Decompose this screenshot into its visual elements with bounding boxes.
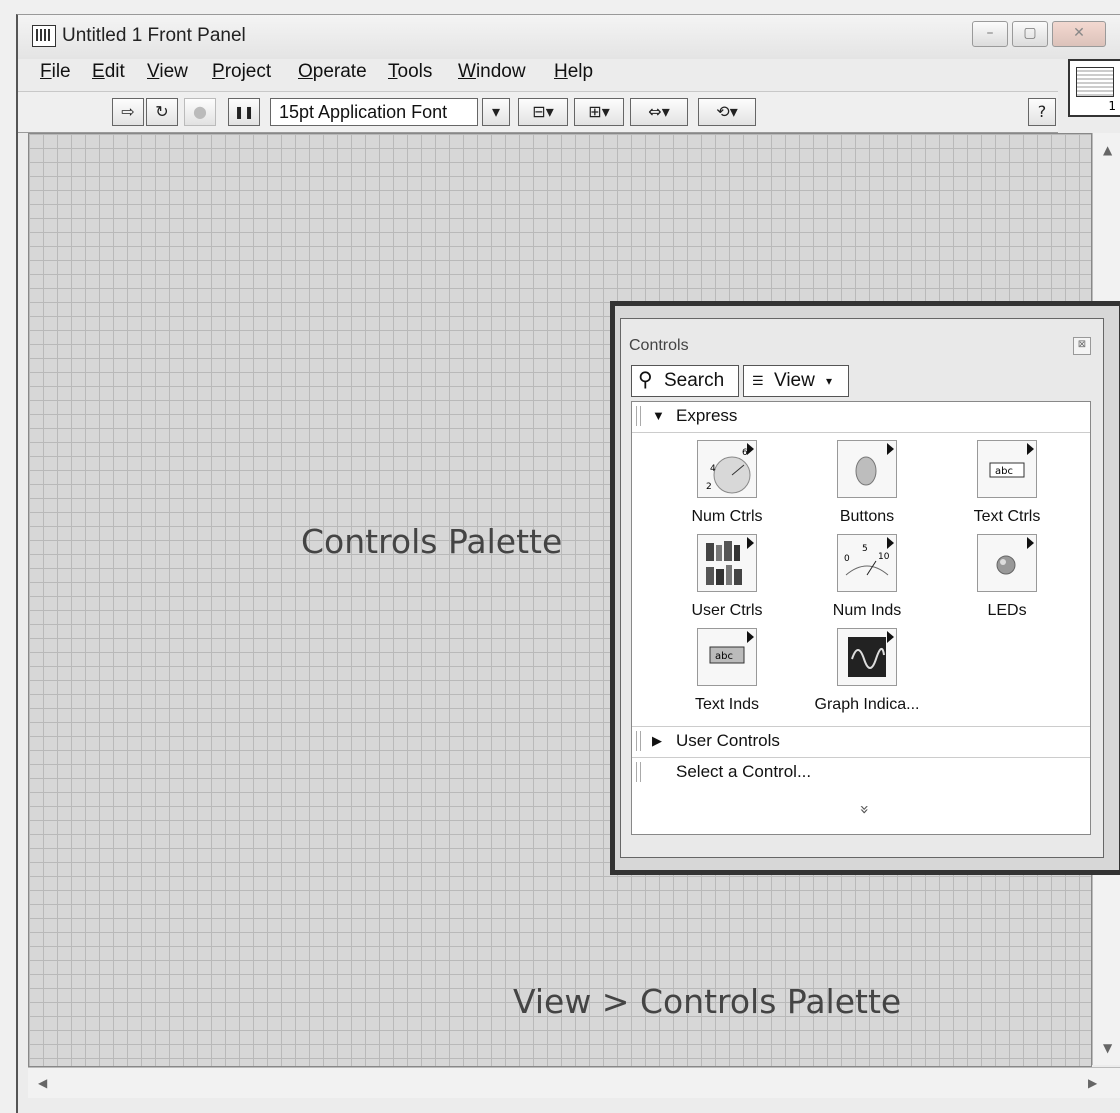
- run-button[interactable]: ⇨: [112, 98, 144, 126]
- menu-file[interactable]: File: [40, 61, 71, 83]
- waveform-icon: [1076, 67, 1114, 97]
- palette-item-text-ctrls[interactable]: abc Text Ctrls: [932, 440, 1082, 530]
- list-view-icon: ☰: [752, 373, 764, 388]
- view-menu-path-label: View > Controls Palette: [513, 982, 902, 1021]
- menu-bar: File Edit View Project Operate Tools Win…: [18, 59, 1058, 89]
- menu-window[interactable]: Window: [458, 61, 526, 83]
- palette-title: Controls: [629, 337, 689, 354]
- controls-palette: Controls ⊠ ⚲ Search ☰ View ▾ ▼ Express 4…: [620, 318, 1104, 858]
- select-a-control-item[interactable]: Select a Control...: [632, 758, 1090, 788]
- express-section-header[interactable]: ▼ Express: [632, 402, 1090, 433]
- menu-project[interactable]: Project: [212, 61, 271, 83]
- window-title: Untitled 1 Front Panel: [62, 25, 246, 46]
- button-icon: [837, 440, 897, 498]
- labview-app-icon: [32, 25, 56, 47]
- palette-search-button[interactable]: ⚲ Search: [631, 365, 739, 397]
- meter-icon: 0 5 10: [837, 534, 897, 592]
- magnifier-icon: ⚲: [638, 369, 653, 391]
- palette-view-button[interactable]: ☰ View ▾: [743, 365, 849, 397]
- scroll-up-icon[interactable]: ▲: [1103, 143, 1112, 157]
- collapsed-triangle-icon: ▶: [652, 733, 662, 748]
- svg-text:abc: abc: [995, 466, 1013, 477]
- scroll-down-icon[interactable]: ▼: [1103, 1041, 1112, 1055]
- led-icon: [977, 534, 1037, 592]
- pause-button[interactable]: ❚❚: [228, 98, 260, 126]
- palette-item-text-inds[interactable]: abc Text Inds: [652, 628, 802, 718]
- toolbar: ⇨ ↻ ● ❚❚ 15pt Application Font ▾ ⊟▾ ⊞▾ ⇔…: [18, 91, 1058, 133]
- palette-close-icon[interactable]: ⊠: [1073, 337, 1091, 355]
- scroll-left-icon[interactable]: ◀: [38, 1076, 47, 1090]
- horizontal-scrollbar[interactable]: ◀ ▶: [28, 1067, 1120, 1098]
- distribute-objects-button[interactable]: ⊞▾: [574, 98, 624, 126]
- menu-operate[interactable]: Operate: [298, 61, 367, 83]
- text-indicator-icon: abc: [697, 628, 757, 686]
- menu-tools[interactable]: Tools: [388, 61, 432, 83]
- run-continuously-button[interactable]: ↻: [146, 98, 178, 126]
- knob-icon: 462: [697, 440, 757, 498]
- menu-help[interactable]: Help: [554, 61, 593, 83]
- context-help-button[interactable]: ?: [1028, 98, 1056, 126]
- drag-grip-icon: [636, 762, 641, 782]
- svg-text:2: 2: [706, 482, 712, 492]
- title-bar[interactable]: Untitled 1 Front Panel – ▢ ✕: [18, 15, 1120, 59]
- svg-text:4: 4: [710, 464, 716, 474]
- user-controls-section-header[interactable]: ▶ User Controls: [632, 726, 1090, 758]
- font-dropdown-button[interactable]: ▾: [482, 98, 510, 126]
- connector-number: 1: [1108, 99, 1116, 113]
- books-icon: [697, 534, 757, 592]
- expanded-triangle-icon: ▼: [652, 408, 665, 423]
- resize-objects-button[interactable]: ⇔▾: [630, 98, 688, 126]
- drag-grip-icon: [636, 406, 641, 426]
- align-objects-button[interactable]: ⊟▾: [518, 98, 568, 126]
- palette-item-leds[interactable]: LEDs: [932, 534, 1082, 624]
- maximize-button[interactable]: ▢: [1012, 21, 1048, 47]
- svg-text:5: 5: [862, 544, 868, 554]
- minimize-button[interactable]: –: [972, 21, 1008, 47]
- palette-item-user-ctrls[interactable]: User Ctrls: [652, 534, 802, 624]
- svg-text:0: 0: [844, 554, 850, 564]
- menu-view[interactable]: View: [147, 61, 188, 83]
- reorder-button[interactable]: ⟲▾: [698, 98, 756, 126]
- controls-palette-label: Controls Palette: [301, 522, 563, 561]
- scroll-right-icon[interactable]: ▶: [1088, 1076, 1097, 1090]
- expand-more-icon[interactable]: »: [855, 805, 874, 815]
- close-button[interactable]: ✕: [1052, 21, 1106, 47]
- font-selector[interactable]: 15pt Application Font: [270, 98, 478, 126]
- drag-grip-icon: [636, 731, 641, 751]
- svg-text:10: 10: [878, 552, 890, 562]
- menu-edit[interactable]: Edit: [92, 61, 125, 83]
- svg-text:abc: abc: [715, 651, 733, 662]
- palette-item-graph-indicators[interactable]: Graph Indica...: [792, 628, 942, 718]
- palette-item-buttons[interactable]: Buttons: [792, 440, 942, 530]
- palette-item-num-inds[interactable]: 0 5 10 Num Inds: [792, 534, 942, 624]
- vi-connector-icon[interactable]: 1: [1068, 59, 1120, 117]
- graph-icon: [837, 628, 897, 686]
- text-control-icon: abc: [977, 440, 1037, 498]
- chevron-down-icon: ▾: [826, 374, 833, 388]
- palette-content: ▼ Express 462 Num Ctrls Buttons abc Text…: [631, 401, 1091, 835]
- palette-item-num-ctrls[interactable]: 462 Num Ctrls: [652, 440, 802, 530]
- abort-button[interactable]: ●: [184, 98, 216, 126]
